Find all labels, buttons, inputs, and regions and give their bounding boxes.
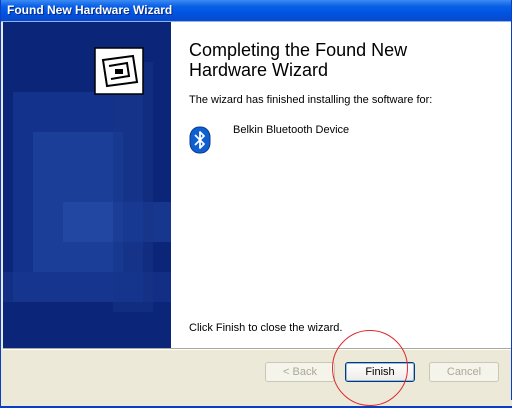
device-name: Belkin Bluetooth Device [233,124,350,136]
button-separator [3,348,511,350]
cancel-button[interactable]: Cancel [429,362,499,382]
back-button[interactable]: < Back [265,362,335,382]
wizard-content: Completing the Found New Hardware Wizard… [171,22,511,348]
finish-button[interactable]: Finish [345,362,415,382]
page-title: Completing the Found New Hardware Wizard [189,40,408,80]
banner-graphic [3,22,171,348]
hardware-wizard-icon [94,47,144,95]
close-instruction: Click Finish to close the wizard. [189,322,343,334]
finished-message: The wizard has finished installing the s… [189,94,433,106]
bluetooth-icon [189,126,211,154]
title-bar[interactable]: Found New Hardware Wizard [1,0,511,22]
wizard-window: Found New Hardware Wizard Completing the… [0,0,512,408]
window-bottom-border [1,400,512,408]
wizard-banner [3,22,171,348]
window-title: Found New Hardware Wizard [7,3,173,17]
